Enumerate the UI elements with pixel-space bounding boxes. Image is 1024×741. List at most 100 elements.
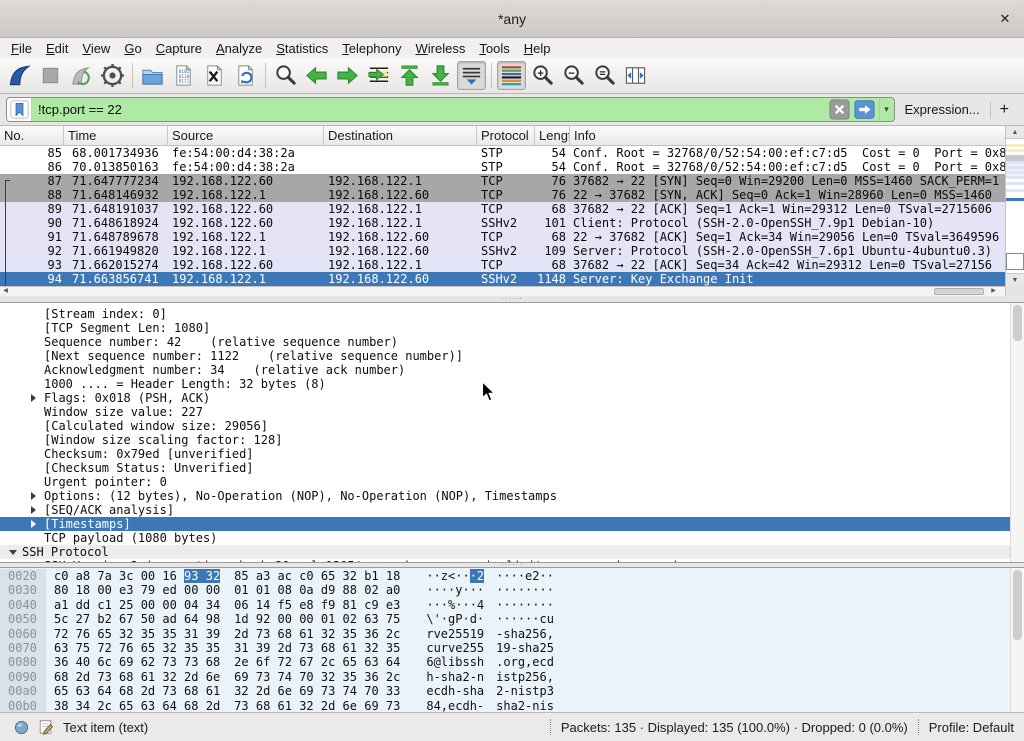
filter-dropdown-caret[interactable]: ▾ <box>879 98 894 121</box>
expand-arrow-icon[interactable] <box>31 394 36 402</box>
go-back-button[interactable] <box>302 61 331 90</box>
menu-item-tools[interactable]: Tools <box>472 40 516 57</box>
column-header-protocol[interactable]: Protocol <box>477 126 535 145</box>
detail-line[interactable]: [Stream index: 0] <box>0 307 1024 321</box>
display-filter-input[interactable]: !tcp.port == 22 <box>32 102 829 117</box>
go-to-packet-button[interactable] <box>364 61 393 90</box>
detail-line[interactable]: Window size value: 227 <box>0 405 1024 419</box>
expand-arrow-icon[interactable] <box>31 520 36 528</box>
filter-clear-button[interactable] <box>829 99 852 120</box>
menu-item-telephony[interactable]: Telephony <box>335 40 408 57</box>
hex-row[interactable]: 0040a1 dd c1 25 00 00 04 3406 14 f5 e8 f… <box>0 598 1024 612</box>
column-header-info[interactable]: Info <box>570 126 1005 145</box>
packet-list-hscrollbar[interactable]: ◀ ▶ <box>0 286 1005 296</box>
filter-apply-button[interactable] <box>854 99 877 120</box>
menu-item-view[interactable]: View <box>75 40 117 57</box>
reload-file-button[interactable] <box>231 61 260 90</box>
scroll-right-arrow-icon[interactable]: ▶ <box>988 287 999 296</box>
menu-item-wireless[interactable]: Wireless <box>409 40 473 57</box>
hscrollbar-thumb[interactable] <box>934 288 984 295</box>
go-to-bottom-button[interactable] <box>426 61 455 90</box>
menu-item-statistics[interactable]: Statistics <box>269 40 335 57</box>
packet-row[interactable]: 8871.648146932192.168.122.1192.168.122.6… <box>0 188 1005 202</box>
detail-line[interactable]: [Window size scaling factor: 128] <box>0 433 1024 447</box>
collapse-arrow-icon[interactable] <box>9 550 17 555</box>
expand-arrow-icon[interactable] <box>31 492 36 500</box>
zoom-in-button[interactable]: + <box>528 61 557 90</box>
menu-item-go[interactable]: Go <box>117 40 148 57</box>
packet-row[interactable]: 9471.663856741192.168.122.1192.168.122.6… <box>0 272 1005 286</box>
scrollbar-thumb[interactable] <box>1013 570 1022 640</box>
detail-line[interactable]: SSH Protocol <box>0 545 1024 559</box>
zoom-original-button[interactable]: = <box>590 61 619 90</box>
find-packet-button[interactable] <box>271 61 300 90</box>
packet-row[interactable]: 9371.662015274192.168.122.60192.168.122.… <box>0 258 1005 272</box>
packet-row[interactable]: 8971.648191037192.168.122.60192.168.122.… <box>0 202 1005 216</box>
packet-row[interactable]: 9071.648618924192.168.122.60192.168.122.… <box>0 216 1005 230</box>
hex-vscrollbar[interactable] <box>1010 568 1024 712</box>
packet-row[interactable]: 9271.661949820192.168.122.1192.168.122.6… <box>0 244 1005 258</box>
packet-row[interactable]: 8771.647777234192.168.122.60192.168.122.… <box>0 174 1005 188</box>
detail-line[interactable]: [TCP Segment Len: 1080] <box>0 321 1024 335</box>
detail-line[interactable]: [Calculated window size: 29056] <box>0 419 1024 433</box>
detail-line[interactable]: Options: (12 bytes), No-Operation (NOP),… <box>0 489 1024 503</box>
close-file-button[interactable] <box>200 61 229 90</box>
expert-info-icon[interactable] <box>14 720 29 735</box>
packet-list-vscrollbar[interactable]: ▲ ▼ <box>1005 126 1024 286</box>
menu-item-capture[interactable]: Capture <box>149 40 209 57</box>
capture-options-button[interactable] <box>98 61 127 90</box>
column-header-time[interactable]: Time <box>64 126 168 145</box>
packet-row[interactable]: 8568.001734936fe:54:00:d4:38:2aSTP54Conf… <box>0 146 1005 160</box>
start-capture-button[interactable] <box>5 61 34 90</box>
close-window-button[interactable]: ✕ <box>996 10 1014 28</box>
detail-line[interactable]: TCP payload (1080 bytes) <box>0 531 1024 545</box>
auto-scroll-button[interactable] <box>457 61 486 90</box>
scrollbar-minimap[interactable] <box>1006 139 1024 273</box>
column-header-length[interactable]: Length <box>535 126 570 145</box>
open-file-button[interactable] <box>138 61 167 90</box>
menu-item-edit[interactable]: Edit <box>39 40 75 57</box>
packet-row[interactable]: 8670.013850163fe:54:00:d4:38:2aSTP54Conf… <box>0 160 1005 174</box>
profile-label[interactable]: Profile: Default <box>929 720 1014 735</box>
column-header-no[interactable]: No. <box>0 126 64 145</box>
scroll-left-arrow-icon[interactable]: ◀ <box>0 287 11 296</box>
scroll-up-arrow-icon[interactable]: ▲ <box>1006 126 1024 139</box>
hex-row[interactable]: 00b038 34 2c 65 63 64 68 2d73 68 61 32 2… <box>0 699 1024 712</box>
colorize-packets-button[interactable] <box>497 61 526 90</box>
menu-item-analyze[interactable]: Analyze <box>209 40 269 57</box>
menu-item-help[interactable]: Help <box>517 40 558 57</box>
hex-row[interactable]: 009068 2d 73 68 61 32 2d 6e69 73 74 70 3… <box>0 670 1024 684</box>
detail-line[interactable]: [Next sequence number: 1122 (relative se… <box>0 349 1024 363</box>
hex-row[interactable]: 008036 40 6c 69 62 73 73 682e 6f 72 67 2… <box>0 655 1024 669</box>
details-vscrollbar[interactable] <box>1010 303 1024 562</box>
restart-capture-button[interactable] <box>67 61 96 90</box>
detail-line[interactable]: 1000 .... = Header Length: 32 bytes (8) <box>0 377 1024 391</box>
detail-line[interactable]: [Timestamps] <box>0 517 1024 531</box>
column-header-source[interactable]: Source <box>168 126 324 145</box>
hex-row[interactable]: 00505c 27 b2 67 50 ad 64 981d 92 00 00 0… <box>0 612 1024 626</box>
detail-line[interactable]: Acknowledgment number: 34 (relative ack … <box>0 363 1024 377</box>
hex-row[interactable]: 003080 18 00 e3 79 ed 00 0001 01 08 0a d… <box>0 583 1024 597</box>
zoom-out-button[interactable]: − <box>559 61 588 90</box>
detail-line[interactable]: Flags: 0x018 (PSH, ACK) <box>0 391 1024 405</box>
detail-line[interactable]: [Checksum Status: Unverified] <box>0 461 1024 475</box>
menu-item-file[interactable]: File <box>4 40 39 57</box>
save-file-button[interactable]: 010101100111 <box>169 61 198 90</box>
hex-row[interactable]: 006072 76 65 32 35 35 31 392d 73 68 61 3… <box>0 627 1024 641</box>
display-filter-field[interactable]: !tcp.port == 22 ▾ <box>6 97 895 122</box>
go-forward-button[interactable] <box>333 61 362 90</box>
go-to-top-button[interactable] <box>395 61 424 90</box>
scroll-down-arrow-icon[interactable]: ▼ <box>1006 273 1024 286</box>
filter-bookmark-button[interactable] <box>7 98 32 121</box>
detail-line[interactable]: Checksum: 0x79ed [unverified] <box>0 447 1024 461</box>
detail-line[interactable]: Urgent pointer: 0 <box>0 475 1024 489</box>
detail-line[interactable]: Sequence number: 42 (relative sequence n… <box>0 335 1024 349</box>
capture-comment-icon[interactable] <box>38 719 54 735</box>
packet-row[interactable]: 9171.648789678192.168.122.1192.168.122.6… <box>0 230 1005 244</box>
hex-row[interactable]: 007063 75 72 76 65 32 35 3531 39 2d 73 6… <box>0 641 1024 655</box>
hex-row[interactable]: 00a065 63 64 68 2d 73 68 6132 2d 6e 69 7… <box>0 684 1024 698</box>
hex-row[interactable]: 0020c0 a8 7a 3c 00 16 93 3285 a3 ac c0 6… <box>0 569 1024 583</box>
stop-capture-button[interactable] <box>36 61 65 90</box>
expression-button[interactable]: Expression... <box>895 102 990 117</box>
resize-columns-button[interactable] <box>621 61 650 90</box>
